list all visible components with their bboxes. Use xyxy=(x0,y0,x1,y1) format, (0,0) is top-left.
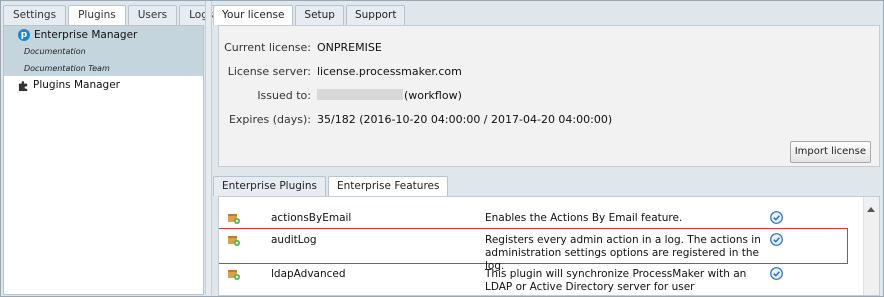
feature-description: Enables the Actions By Email feature. xyxy=(485,212,683,224)
tab-setup[interactable]: Setup xyxy=(295,5,344,25)
import-license-button[interactable]: Import license xyxy=(789,141,871,163)
plugin-tree: p Enterprise Manager Documentation Docum… xyxy=(3,25,204,295)
tab-enterprise-plugins[interactable]: Enterprise Plugins xyxy=(213,176,326,196)
tree-node-documentation[interactable]: Documentation xyxy=(24,47,86,56)
tree-node-enterprise-manager[interactable]: p Enterprise Manager xyxy=(18,29,137,41)
processmaker-logo-icon: p xyxy=(18,29,30,41)
field-label: Issued to: xyxy=(257,89,311,102)
field-label: License server: xyxy=(227,65,311,78)
vertical-scrollbar[interactable] xyxy=(863,197,879,295)
redacted-block xyxy=(317,89,403,100)
list-item[interactable]: auditLog Registers every admin action in… xyxy=(219,228,848,272)
puzzle-icon xyxy=(18,80,28,91)
check-circle-icon[interactable] xyxy=(770,267,783,280)
license-panel: Current license: ONPREMISE License serve… xyxy=(218,25,880,167)
tree-node-label: Enterprise Manager xyxy=(34,29,138,41)
tab-users[interactable]: Users xyxy=(127,5,178,25)
tab-plugins[interactable]: Plugins xyxy=(68,5,126,25)
features-list: actionsByEmail Enables the Actions By Em… xyxy=(218,196,880,296)
license-row-expires: Expires (days): 35/182 (2016-10-20 04:00… xyxy=(219,113,859,129)
tab-settings[interactable]: Settings xyxy=(3,5,67,25)
tree-node-plugins-manager[interactable]: Plugins Manager xyxy=(18,79,120,91)
current-license-value: ONPREMISE xyxy=(317,41,382,54)
feature-name: ldapAdvanced xyxy=(271,268,346,280)
scroll-up-arrow-icon[interactable] xyxy=(867,207,875,212)
issued-to-value: (workflow) xyxy=(317,89,462,102)
tab-support[interactable]: Support xyxy=(345,5,406,25)
expires-value: 35/182 (2016-10-20 04:00:00 / 2017-04-20… xyxy=(317,113,613,126)
tree-node-documentation-team[interactable]: Documentation Team xyxy=(24,64,110,73)
field-label: Expires (days): xyxy=(228,113,311,126)
license-server-value: license.processmaker.com xyxy=(317,65,462,78)
tab-your-license[interactable]: Your license xyxy=(213,5,294,25)
features-tab-bar: Enterprise Plugins Enterprise Features xyxy=(213,176,449,196)
license-row-current: Current license: ONPREMISE xyxy=(219,41,859,57)
plugin-package-icon xyxy=(228,236,240,246)
feature-description: This plugin will synchronize ProcessMake… xyxy=(485,268,747,295)
plugin-package-icon xyxy=(228,214,240,224)
list-item[interactable]: ldapAdvanced This plugin will synchroniz… xyxy=(219,263,847,295)
issued-to-text: (workflow) xyxy=(404,89,462,102)
feature-name: actionsByEmail xyxy=(271,212,352,224)
license-row-server: License server: license.processmaker.com xyxy=(219,65,859,81)
panel-splitter[interactable] xyxy=(205,1,212,295)
check-circle-icon[interactable] xyxy=(770,233,783,246)
check-circle-icon[interactable] xyxy=(770,211,783,224)
left-panel: Settings Plugins Users Logs p Enterprise… xyxy=(1,1,224,295)
feature-name: auditLog xyxy=(271,234,317,246)
left-tab-bar: Settings Plugins Users Logs xyxy=(1,1,224,25)
license-tab-bar: Your license Setup Support xyxy=(213,5,406,25)
plugin-package-icon xyxy=(228,270,240,280)
license-row-issued: Issued to: (workflow) xyxy=(219,89,859,105)
field-label: Current license: xyxy=(224,41,311,54)
tab-enterprise-features[interactable]: Enterprise Features xyxy=(327,176,449,196)
tree-node-label: Plugins Manager xyxy=(33,79,120,91)
